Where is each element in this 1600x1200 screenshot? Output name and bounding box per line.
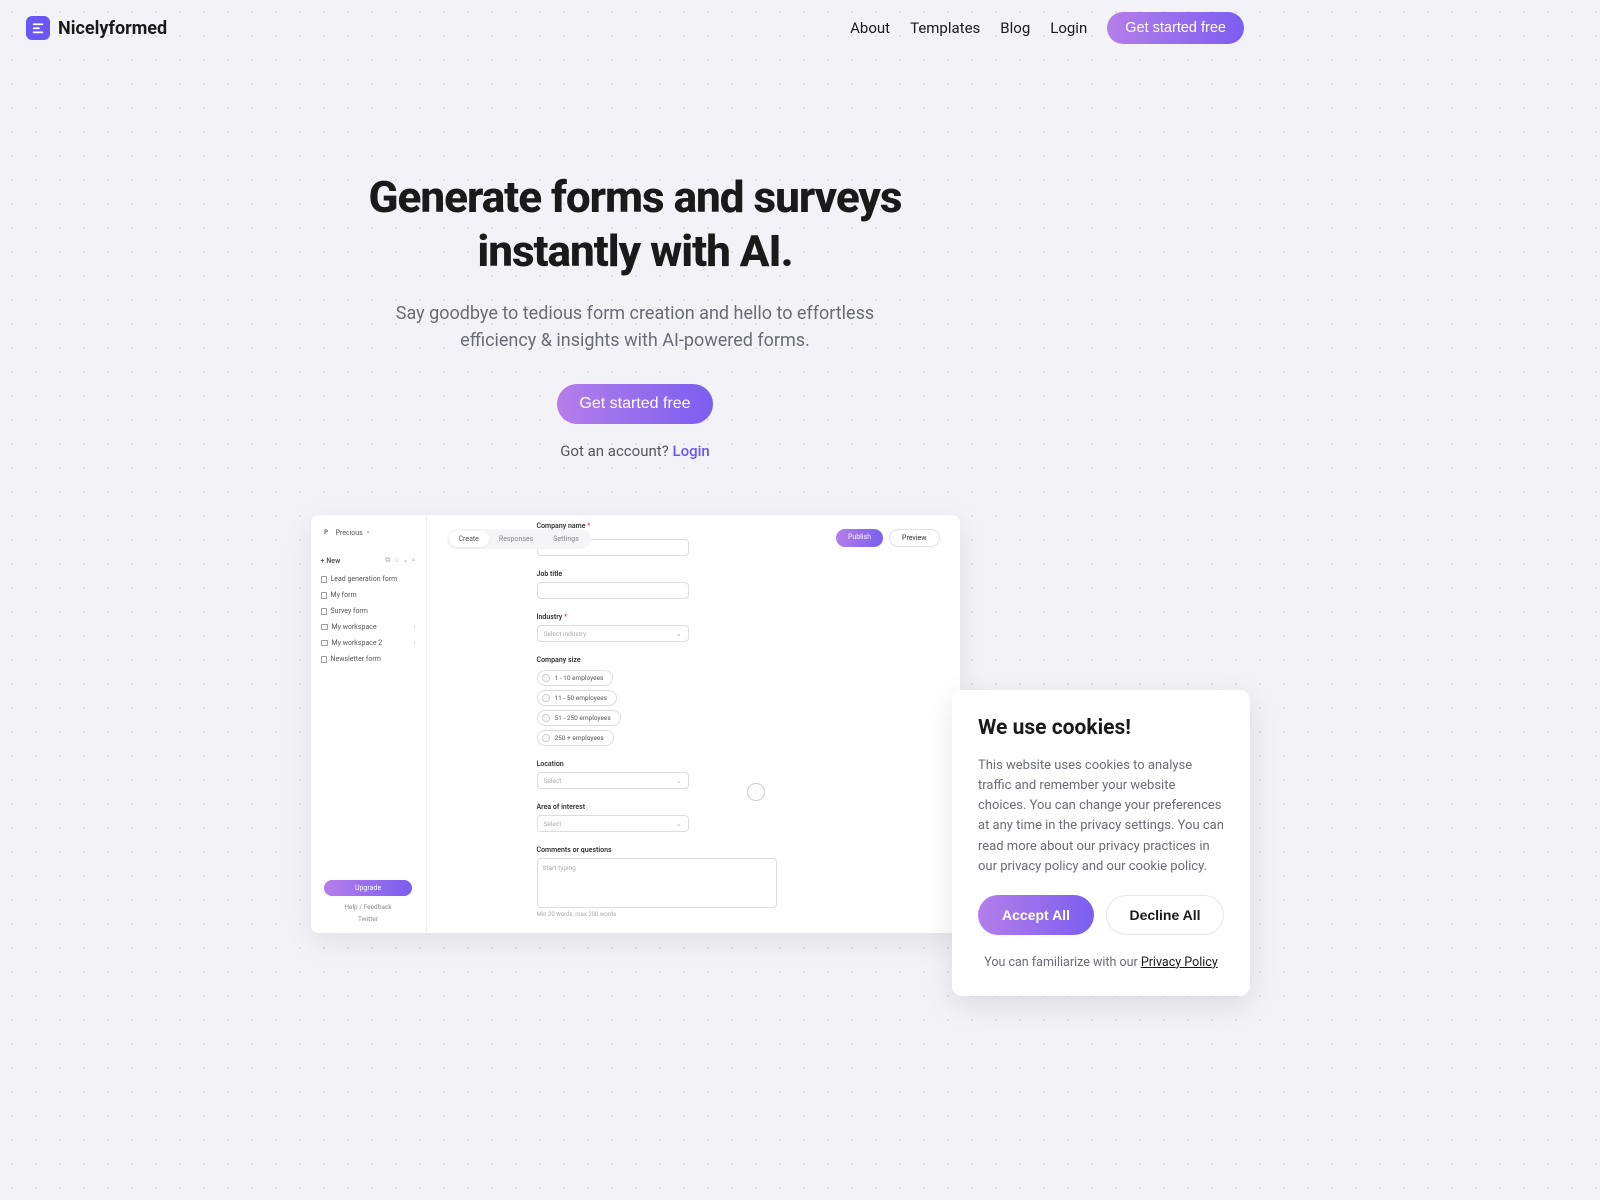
sidebar-item-label: Lead generation form (331, 575, 398, 583)
folder-icon (321, 640, 328, 646)
mockup-sidebar: P Precious ▾ + New ⧉ ☆ ⌄ ⌕ Lead generati… (311, 515, 427, 933)
user-name: Precious (336, 529, 363, 537)
help-link: Help / Feedback (319, 902, 418, 914)
label-industry: Industry * (537, 613, 797, 621)
folder-icon (321, 624, 328, 630)
sidebar-item: Lead generation form (319, 571, 418, 587)
sidebar-item-label: Newsletter form (331, 655, 381, 663)
radio-label: 250 + employees (555, 734, 604, 742)
mockup-tabs: Create Responses Settings (447, 529, 591, 549)
publish-button: Publish (836, 529, 883, 547)
sidebar-item: My workspace › (319, 619, 418, 635)
cursor-indicator (747, 783, 765, 801)
file-icon (321, 656, 327, 663)
nav-about[interactable]: About (850, 19, 890, 37)
tab-settings: Settings (543, 531, 589, 547)
select-location: Select ⌄ (537, 772, 689, 789)
sidebar-item-label: Survey form (331, 607, 368, 615)
plus-icon: + (321, 557, 325, 565)
upgrade-button: Upgrade (324, 880, 412, 896)
sidebar-item: My workspace 2 › (319, 635, 418, 651)
chevron-right-icon: › (414, 624, 416, 631)
logo-icon (26, 16, 50, 40)
cookie-footer: You can familiarize with our Privacy Pol… (978, 955, 1224, 970)
radio-label: 51 - 250 employees (555, 714, 611, 722)
radio-option: 250 + employees (537, 730, 614, 746)
radio-icon (542, 714, 550, 722)
sidebar-item-label: My workspace 2 (332, 639, 383, 647)
label-comments: Comments or questions (537, 846, 797, 854)
tab-create: Create (449, 531, 489, 547)
mockup-form: Company name * Job title Industry * Sele… (537, 527, 797, 918)
select-industry: Select industry ⌄ (537, 625, 689, 642)
copy-icon: ⧉ (385, 556, 390, 565)
radio-option: 1 - 10 employees (537, 670, 614, 686)
radio-label: 11 - 50 employees (555, 694, 608, 702)
login-link[interactable]: Login (672, 442, 709, 460)
select-area-of-interest: Select ⌄ (537, 815, 689, 832)
nav-cta-button[interactable]: Get started free (1107, 12, 1244, 44)
chevron-down-icon: ⌄ (676, 820, 681, 828)
chevron-right-icon: › (414, 640, 416, 647)
preview-button: Preview (889, 529, 939, 547)
logo-text: Nicelyformed (58, 18, 167, 39)
char-hint: Min 20 words, max 200 words (537, 911, 797, 918)
login-prompt: Got an account? Login (0, 442, 1270, 460)
cookie-text: This website uses cookies to analyse tra… (978, 756, 1224, 877)
hero-subtitle: Say goodbye to tedious form creation and… (375, 300, 895, 354)
chevron-down-icon: ▾ (367, 530, 370, 536)
chevron-down-icon: ⌄ (676, 630, 681, 638)
radio-icon (542, 734, 550, 742)
sidebar-item-label: My workspace (332, 623, 377, 631)
mockup-actions: Publish Preview (836, 529, 940, 547)
site-header: Nicelyformed About Templates Blog Login … (0, 0, 1270, 56)
radio-label: 1 - 10 employees (555, 674, 604, 682)
tab-responses: Responses (489, 531, 543, 547)
avatar: P (321, 527, 332, 538)
label-area-of-interest: Area of interest (537, 803, 797, 811)
nav-blog[interactable]: Blog (1000, 19, 1030, 37)
logo[interactable]: Nicelyformed (26, 16, 167, 40)
mockup-user-menu: P Precious ▾ (319, 523, 418, 542)
product-screenshot: P Precious ▾ + New ⧉ ☆ ⌄ ⌕ Lead generati… (311, 515, 960, 933)
radio-icon (542, 674, 550, 682)
cookie-banner: We use cookies! This website uses cookie… (952, 690, 1250, 996)
chevron-down-icon: ⌄ (676, 777, 681, 785)
mockup-sidebar-footer: Upgrade Help / Feedback Twitter (319, 880, 418, 925)
sidebar-item: My form (319, 587, 418, 603)
label-company-size: Company size (537, 656, 797, 664)
nav-templates[interactable]: Templates (910, 19, 980, 37)
new-button: + New (321, 557, 341, 565)
file-icon (321, 608, 327, 615)
mockup-main: Create Responses Settings Publish Previe… (427, 515, 960, 933)
file-icon (321, 576, 327, 583)
hero-cta-button[interactable]: Get started free (557, 384, 712, 424)
file-icon (321, 592, 327, 599)
star-icon: ☆ (393, 556, 399, 565)
sidebar-item: Survey form (319, 603, 418, 619)
label-location: Location (537, 760, 797, 768)
nav-login[interactable]: Login (1050, 19, 1087, 37)
mockup-new-row: + New ⧉ ☆ ⌄ ⌕ (319, 550, 418, 571)
cookie-accept-button[interactable]: Accept All (978, 895, 1094, 935)
radio-option: 11 - 50 employees (537, 690, 618, 706)
hero-title: Generate forms and surveys instantly wit… (285, 171, 985, 278)
radio-icon (542, 694, 550, 702)
privacy-policy-link[interactable]: Privacy Policy (1141, 955, 1218, 970)
input-job-title (537, 582, 689, 599)
search-icon: ⌕ (412, 556, 416, 565)
textarea-comments: Start typing (537, 858, 777, 908)
twitter-link: Twitter (319, 914, 418, 926)
main-nav: About Templates Blog Login Get started f… (850, 12, 1244, 44)
label-company-name: Company name * (537, 522, 797, 530)
cookie-title: We use cookies! (978, 716, 1224, 740)
cookie-decline-button[interactable]: Decline All (1106, 895, 1224, 935)
sidebar-item-label: My form (331, 591, 357, 599)
filter-icon: ⌄ (403, 556, 409, 565)
label-job-title: Job title (537, 570, 797, 578)
sidebar-item: Newsletter form (319, 651, 418, 667)
hero-section: Generate forms and surveys instantly wit… (0, 56, 1270, 460)
radio-option: 51 - 250 employees (537, 710, 621, 726)
